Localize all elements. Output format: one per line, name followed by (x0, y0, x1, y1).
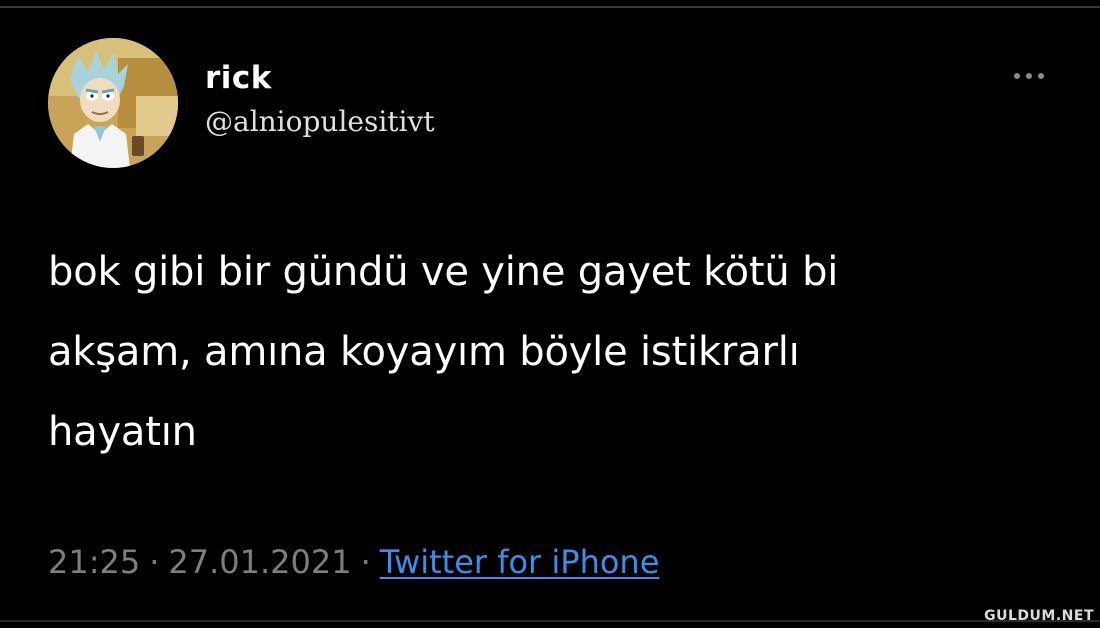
display-name[interactable]: rick (205, 58, 435, 98)
tweet-card: rick @alniopulesitivt bok gibi bir gündü… (0, 0, 1100, 628)
tweet-text: bok gibi bir gündü ve yine gayet kötü bi… (48, 249, 839, 455)
site-watermark: GULDUM.NET (984, 608, 1094, 624)
meta-separator: · (360, 543, 371, 581)
tweet-source-link[interactable]: Twitter for iPhone (380, 543, 660, 581)
more-horizontal-icon (1026, 73, 1032, 79)
profile-avatar[interactable] (48, 38, 178, 168)
user-handle[interactable]: @alniopulesitivt (205, 104, 435, 140)
profile-avatar-icon (48, 38, 178, 168)
meta-separator: · (149, 543, 160, 581)
more-options-button[interactable] (1006, 64, 1052, 88)
tweet-date[interactable]: 27.01.2021 (168, 543, 351, 581)
tweet-metadata: 21:25 · 27.01.2021 · Twitter for iPhone (48, 540, 659, 584)
more-horizontal-icon (1038, 73, 1044, 79)
tweet-time[interactable]: 21:25 (48, 543, 140, 581)
more-horizontal-icon (1014, 73, 1020, 79)
bottom-divider (0, 620, 1100, 622)
user-info: rick @alniopulesitivt (205, 58, 435, 140)
